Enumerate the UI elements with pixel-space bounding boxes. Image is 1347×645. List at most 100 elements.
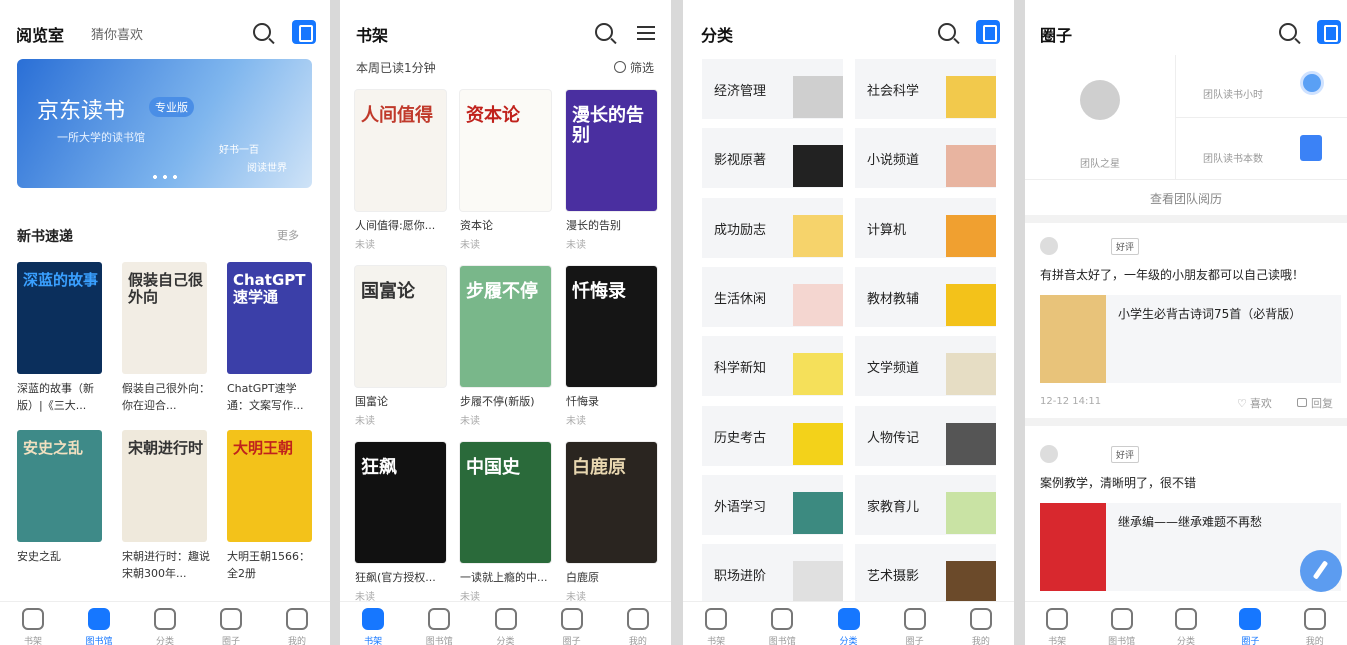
book-cover[interactable]: 漫长的告别 bbox=[566, 90, 657, 211]
search-icon[interactable] bbox=[253, 23, 271, 41]
category-tile[interactable]: 教材教辅 bbox=[855, 266, 996, 327]
nav-icon[interactable] bbox=[220, 608, 242, 630]
category-tile[interactable]: 人物传记 bbox=[855, 405, 996, 466]
book-title[interactable]: 大明王朝1566：全2册 bbox=[227, 548, 315, 582]
nav-label[interactable]: 图书馆 bbox=[1102, 634, 1142, 645]
reply-button[interactable]: 回复 bbox=[1297, 395, 1333, 411]
more-link[interactable]: 更多 bbox=[277, 227, 299, 243]
search-icon[interactable] bbox=[938, 23, 956, 41]
nav-icon[interactable] bbox=[494, 608, 517, 630]
category-tile[interactable]: 经济管理 bbox=[702, 59, 843, 119]
book-card[interactable]: 继承编——继承难题不再愁 bbox=[1040, 503, 1341, 591]
nav-icon[interactable] bbox=[286, 608, 308, 630]
category-tile[interactable]: 生活休闲 bbox=[702, 266, 843, 327]
category-tile[interactable]: 计算机 bbox=[855, 197, 996, 258]
banner[interactable]: 京东读书 专业版 一所大学的读书馆 好书一百 阅读世界 bbox=[17, 59, 312, 188]
book-cover[interactable]: 步履不停 bbox=[460, 266, 551, 387]
book-cover[interactable]: 假装自己很外向 bbox=[122, 262, 207, 374]
book-cover[interactable]: 人间值得 bbox=[355, 90, 446, 211]
book-icon[interactable] bbox=[1317, 20, 1341, 44]
category-tile[interactable]: 历史考古 bbox=[702, 405, 843, 466]
book-title[interactable]: 白鹿原 bbox=[566, 569, 658, 586]
book-title[interactable]: 安史之乱 bbox=[17, 548, 105, 582]
nav-label[interactable]: 书架 bbox=[1037, 634, 1077, 645]
category-tile[interactable]: 家教育儿 bbox=[855, 474, 996, 535]
filter-button[interactable]: 筛选 bbox=[614, 59, 654, 76]
nav-label[interactable]: 书架 bbox=[353, 634, 393, 645]
team-history-link[interactable]: 查看团队阅历 bbox=[1025, 190, 1347, 207]
book-cover[interactable]: 中国史 bbox=[460, 442, 551, 563]
tab-recommend[interactable]: 猜你喜欢 bbox=[91, 24, 143, 43]
search-icon[interactable] bbox=[595, 23, 613, 41]
menu-icon[interactable] bbox=[637, 26, 655, 40]
category-tile[interactable]: 小说频道 bbox=[855, 128, 996, 189]
nav-label[interactable]: 圈子 bbox=[1230, 634, 1270, 645]
book-title[interactable]: 漫长的告别 bbox=[566, 217, 658, 234]
nav-label[interactable]: 圈子 bbox=[211, 634, 251, 645]
nav-icon[interactable] bbox=[837, 608, 860, 630]
nav-label[interactable]: 分类 bbox=[486, 634, 526, 645]
search-icon[interactable] bbox=[1279, 23, 1297, 41]
nav-icon[interactable] bbox=[154, 608, 176, 630]
book-card[interactable]: 小学生必背古诗词75首（必背版） bbox=[1040, 295, 1341, 383]
book-title[interactable]: 步履不停(新版) bbox=[460, 393, 552, 410]
category-tile[interactable]: 外语学习 bbox=[702, 474, 843, 535]
nav-label[interactable]: 图书馆 bbox=[762, 634, 802, 645]
category-tile[interactable]: 社会科学 bbox=[855, 59, 996, 119]
book-cover[interactable]: 宋朝进行时 bbox=[122, 430, 207, 542]
nav-label[interactable]: 分类 bbox=[829, 634, 869, 645]
book-title[interactable]: 假装自己很外向：你在迎合... bbox=[122, 380, 210, 414]
book-icon[interactable] bbox=[976, 20, 1000, 44]
book-cover[interactable]: 忏悔录 bbox=[566, 266, 657, 387]
nav-icon[interactable] bbox=[903, 608, 926, 630]
book-cover[interactable]: 深蓝的故事 bbox=[17, 262, 102, 374]
category-tile[interactable]: 艺术摄影 bbox=[855, 544, 996, 605]
nav-icon[interactable] bbox=[1239, 608, 1262, 630]
category-tile[interactable]: 影视原著 bbox=[702, 128, 843, 189]
nav-label[interactable]: 书架 bbox=[696, 634, 736, 645]
nav-label[interactable]: 圈子 bbox=[895, 634, 935, 645]
book-cover[interactable]: 安史之乱 bbox=[17, 430, 102, 542]
book-title[interactable]: 狂飙(官方授权... bbox=[355, 569, 447, 586]
nav-label[interactable]: 我的 bbox=[961, 634, 1001, 645]
book-title[interactable]: 国富论 bbox=[355, 393, 447, 410]
category-tile[interactable]: 职场进阶 bbox=[702, 544, 843, 605]
nav-icon[interactable] bbox=[1175, 608, 1197, 630]
write-fab[interactable] bbox=[1300, 550, 1342, 592]
nav-label[interactable]: 我的 bbox=[618, 634, 658, 645]
nav-icon[interactable] bbox=[362, 608, 385, 630]
book-cover[interactable]: 大明王朝 bbox=[227, 430, 312, 542]
nav-label[interactable]: 分类 bbox=[145, 634, 185, 645]
book-title[interactable]: ChatGPT速学通：文案写作... bbox=[227, 380, 315, 414]
nav-icon[interactable] bbox=[1046, 608, 1069, 630]
book-cover[interactable]: 白鹿原 bbox=[566, 442, 657, 563]
nav-label[interactable]: 我的 bbox=[277, 634, 317, 645]
book-title[interactable]: 宋朝进行时：趣说宋朝300年... bbox=[122, 548, 210, 582]
nav-label[interactable]: 书架 bbox=[13, 634, 53, 645]
book-cover[interactable]: 狂飙 bbox=[355, 442, 446, 563]
book-title[interactable]: 人间值得:愿你... bbox=[355, 217, 447, 234]
nav-label[interactable]: 图书馆 bbox=[419, 634, 459, 645]
book-icon[interactable] bbox=[292, 20, 316, 44]
nav-label[interactable]: 图书馆 bbox=[79, 634, 119, 645]
avatar[interactable] bbox=[1040, 237, 1058, 255]
nav-label[interactable]: 分类 bbox=[1166, 634, 1206, 645]
nav-icon[interactable] bbox=[560, 608, 583, 630]
book-title[interactable]: 一读就上瘾的中... bbox=[460, 569, 552, 586]
like-button[interactable]: ♡ 喜欢 bbox=[1237, 395, 1272, 411]
nav-label[interactable]: 我的 bbox=[1295, 634, 1335, 645]
category-tile[interactable]: 成功励志 bbox=[702, 197, 843, 258]
nav-label[interactable]: 圈子 bbox=[552, 634, 592, 645]
category-tile[interactable]: 科学新知 bbox=[702, 336, 843, 397]
avatar[interactable] bbox=[1040, 445, 1058, 463]
book-title[interactable]: 忏悔录 bbox=[566, 393, 658, 410]
nav-icon[interactable] bbox=[705, 608, 728, 630]
book-cover[interactable]: 国富论 bbox=[355, 266, 446, 387]
book-cover[interactable]: 资本论 bbox=[460, 90, 551, 211]
book-title[interactable]: 深蓝的故事（新版）|《三大... bbox=[17, 380, 105, 414]
nav-icon[interactable] bbox=[22, 608, 44, 630]
nav-icon[interactable] bbox=[428, 608, 451, 630]
category-tile[interactable]: 文学频道 bbox=[855, 336, 996, 397]
nav-icon[interactable] bbox=[969, 608, 992, 630]
nav-icon[interactable] bbox=[1303, 608, 1326, 630]
